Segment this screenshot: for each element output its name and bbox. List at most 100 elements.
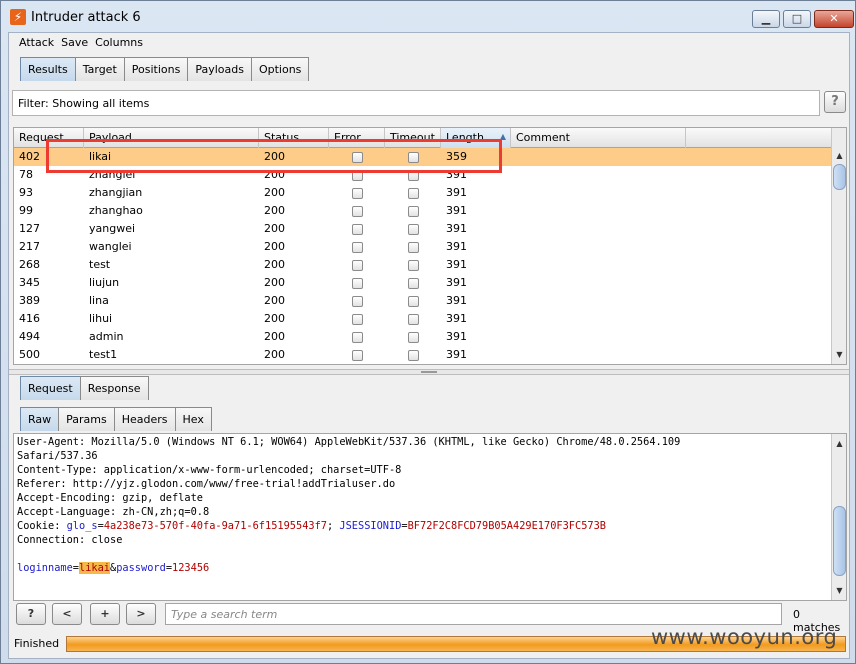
checkbox[interactable] xyxy=(351,188,363,199)
table-row[interactable]: 389 lina 200 391 xyxy=(14,292,832,310)
cell-error xyxy=(329,310,385,328)
table-row[interactable]: 494 admin 200 391 xyxy=(14,328,832,346)
header-line: Referer: http://yjz.glodon.com/www/free-… xyxy=(17,478,396,490)
cookie-line: Cookie: glo_s=4a238e73-570f-40fa-9a71-6f… xyxy=(17,519,832,533)
cell-comment xyxy=(511,184,686,202)
editor-scroll-thumb[interactable] xyxy=(833,506,846,576)
tab-headers[interactable]: Headers xyxy=(113,407,176,431)
menu-attack[interactable]: Attack xyxy=(9,33,59,53)
checkbox[interactable] xyxy=(351,278,363,289)
checkbox[interactable] xyxy=(351,350,363,361)
editor-scrollbar[interactable]: ▲ ▼ xyxy=(831,434,846,600)
cell-timeout xyxy=(385,346,441,364)
checkbox[interactable] xyxy=(407,188,419,199)
split-divider[interactable] xyxy=(9,369,849,375)
search-add-button[interactable]: + xyxy=(90,603,120,625)
cell-timeout xyxy=(385,238,441,256)
cell-length: 391 xyxy=(446,348,467,361)
tab-positions[interactable]: Positions xyxy=(123,57,189,81)
cell-timeout xyxy=(385,220,441,238)
tab-options[interactable]: Options xyxy=(250,57,310,81)
tab-hex[interactable]: Hex xyxy=(174,407,212,431)
checkbox[interactable] xyxy=(407,242,419,253)
table-row[interactable]: 93 zhangjian 200 391 xyxy=(14,184,832,202)
table-row[interactable]: 217 wanglei 200 391 xyxy=(14,238,832,256)
checkbox[interactable] xyxy=(407,314,419,325)
tab-target[interactable]: Target xyxy=(74,57,125,81)
table-row[interactable]: 345 liujun 200 391 xyxy=(14,274,832,292)
tab-payloads[interactable]: Payloads xyxy=(187,57,252,81)
main-tabs: Results Target Positions Payloads Option… xyxy=(20,57,310,81)
minimize-button[interactable]: ▁ xyxy=(752,10,780,28)
filter-help-button[interactable]: ? xyxy=(824,91,846,113)
view-tabs: Raw Params Headers Hex xyxy=(20,407,212,431)
checkbox[interactable] xyxy=(351,314,363,325)
scroll-down-icon[interactable]: ▼ xyxy=(832,583,846,599)
title-bar[interactable]: ⚡ Intruder attack 6 ▁ □ ✕ xyxy=(1,1,855,31)
cell-timeout xyxy=(385,274,441,292)
cell-request: 494 xyxy=(19,330,40,343)
cell-timeout xyxy=(385,328,441,346)
checkbox[interactable] xyxy=(351,206,363,217)
table-row[interactable]: 99 zhanghao 200 391 xyxy=(14,202,832,220)
cell-status: 200 xyxy=(264,258,285,271)
checkbox[interactable] xyxy=(407,260,419,271)
checkbox[interactable] xyxy=(407,278,419,289)
cookie-label: Cookie: xyxy=(17,520,67,532)
results-scroll-thumb[interactable] xyxy=(833,164,846,190)
cell-status: 200 xyxy=(264,312,285,325)
cell-timeout xyxy=(385,202,441,220)
cell-request: 127 xyxy=(19,222,40,235)
cell-comment xyxy=(511,292,686,310)
search-prev-button[interactable]: < xyxy=(52,603,82,625)
request-response-tabs: Request Response xyxy=(20,376,149,400)
checkbox[interactable] xyxy=(351,260,363,271)
tab-request[interactable]: Request xyxy=(20,376,81,400)
cell-payload: lihui xyxy=(89,312,113,325)
checkbox[interactable] xyxy=(351,224,363,235)
cell-status: 200 xyxy=(264,330,285,343)
cookie-value: 4a238e73-570f-40fa-9a71-6f15195543f7 xyxy=(103,520,327,532)
tab-raw[interactable]: Raw xyxy=(20,407,60,431)
tab-results[interactable]: Results xyxy=(20,57,76,81)
scroll-up-icon[interactable]: ▲ xyxy=(832,436,846,452)
scroll-up-icon[interactable]: ▲ xyxy=(832,148,846,164)
tab-response[interactable]: Response xyxy=(79,376,149,400)
table-row[interactable]: 500 test1 200 391 xyxy=(14,346,832,364)
cell-payload: zhangjian xyxy=(89,186,143,199)
tab-params[interactable]: Params xyxy=(58,407,115,431)
checkbox[interactable] xyxy=(407,350,419,361)
maximize-button[interactable]: □ xyxy=(783,10,811,28)
search-help-button[interactable]: ? xyxy=(16,603,46,625)
cell-payload: liujun xyxy=(89,276,120,289)
close-button[interactable]: ✕ xyxy=(814,10,854,28)
search-next-button[interactable]: > xyxy=(126,603,156,625)
cell-request: 416 xyxy=(19,312,40,325)
cell-timeout xyxy=(385,184,441,202)
search-input[interactable]: Type a search term xyxy=(165,603,782,625)
client-area: Attack Save Columns Results Target Posit… xyxy=(8,32,850,659)
checkbox[interactable] xyxy=(407,206,419,217)
table-row[interactable]: 268 test 200 391 xyxy=(14,256,832,274)
checkbox[interactable] xyxy=(351,332,363,343)
menu-columns[interactable]: Columns xyxy=(93,33,148,53)
col-comment[interactable]: Comment xyxy=(511,128,686,148)
checkbox[interactable] xyxy=(407,224,419,235)
scroll-down-icon[interactable]: ▼ xyxy=(832,347,846,363)
checkbox[interactable] xyxy=(407,296,419,307)
cell-request: 389 xyxy=(19,294,40,307)
checkbox[interactable] xyxy=(351,296,363,307)
table-row[interactable]: 127 yangwei 200 391 xyxy=(14,220,832,238)
menu-save[interactable]: Save xyxy=(59,33,93,53)
header-line: Accept-Encoding: gzip, deflate xyxy=(17,492,203,504)
checkbox[interactable] xyxy=(351,242,363,253)
results-scrollbar[interactable]: ▲ ▼ xyxy=(831,128,846,364)
filter-bar[interactable]: Filter: Showing all items xyxy=(12,90,820,116)
cell-comment xyxy=(511,310,686,328)
raw-request-editor[interactable]: User-Agent: Mozilla/5.0 (Windows NT 6.1;… xyxy=(13,433,847,601)
cell-length: 391 xyxy=(446,186,467,199)
status-text: Finished xyxy=(14,637,60,650)
raw-request-text[interactable]: User-Agent: Mozilla/5.0 (Windows NT 6.1;… xyxy=(17,435,832,575)
table-row[interactable]: 416 lihui 200 391 xyxy=(14,310,832,328)
checkbox[interactable] xyxy=(407,332,419,343)
